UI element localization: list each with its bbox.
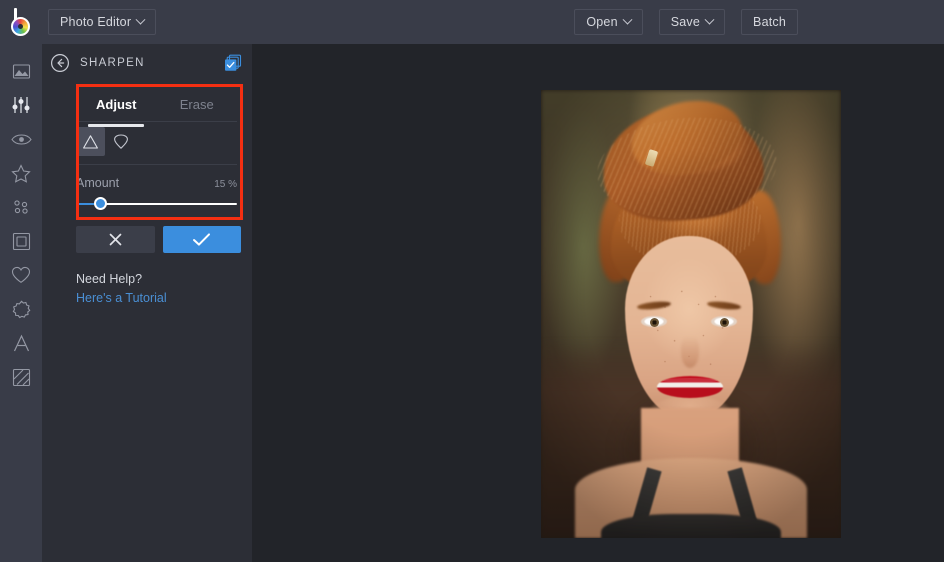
star-icon (11, 164, 31, 183)
sidebar-item-touch-up[interactable] (0, 122, 42, 156)
tutorial-link[interactable]: Here's a Tutorial (76, 291, 241, 305)
photo-editor-menu-label: Photo Editor (60, 15, 131, 29)
sidebar-item-artsy[interactable] (0, 190, 42, 224)
help-title: Need Help? (76, 272, 241, 286)
chevron-down-icon (705, 14, 715, 24)
photo-preview[interactable] (541, 90, 841, 538)
check-icon (192, 232, 211, 247)
page-title: SHARPEN (80, 57, 224, 69)
amount-value: 15 % (214, 179, 237, 190)
panel-actions (76, 226, 241, 253)
sidebar-item-textures[interactable] (0, 360, 42, 394)
sidebar-item-graphics[interactable] (0, 258, 42, 292)
triangle-icon (82, 134, 99, 150)
heart-icon (11, 266, 31, 284)
batch-button[interactable]: Batch (741, 9, 798, 35)
close-x-icon (108, 232, 123, 247)
divider-below-shapes (76, 164, 237, 165)
batch-button-label: Batch (753, 15, 786, 29)
editor-canvas[interactable] (252, 44, 944, 562)
slider-handle[interactable] (94, 197, 107, 210)
chevron-down-icon (622, 14, 632, 24)
flower-icon (12, 300, 31, 319)
save-button[interactable]: Save (659, 9, 725, 35)
sidebar-item-edit[interactable] (0, 88, 42, 122)
left-tool-rail (0, 44, 42, 562)
panel-tabs: Adjust Erase (76, 87, 237, 121)
tab-adjust-label: Adjust (96, 97, 136, 112)
amount-slider[interactable] (76, 197, 237, 211)
chevron-down-icon (136, 14, 146, 24)
panel-header: SHARPEN (42, 44, 252, 82)
open-button[interactable]: Open (574, 9, 642, 35)
sidebar-item-frames[interactable] (0, 224, 42, 258)
top-bar: Photo Editor Open Save Batch (0, 0, 944, 44)
save-button-label: Save (671, 15, 700, 29)
app-root: Photo Editor Open Save Batch (0, 0, 944, 562)
eye-icon (11, 132, 32, 147)
sidebar-item-overlays[interactable] (0, 292, 42, 326)
divider-below-tabs (76, 121, 237, 122)
dots-icon (11, 198, 31, 216)
tab-erase-label: Erase (180, 97, 214, 112)
topbar-actions: Open Save Batch (574, 9, 798, 35)
amount-label: Amount (76, 176, 119, 190)
open-button-label: Open (586, 15, 617, 29)
photo-editor-menu-button[interactable]: Photo Editor (48, 9, 156, 35)
sidebar-item-image[interactable] (0, 54, 42, 88)
back-arrow-icon[interactable] (50, 53, 70, 73)
compare-layers-icon[interactable] (224, 54, 242, 72)
sidebar-item-effects[interactable] (0, 156, 42, 190)
cancel-button[interactable] (76, 226, 155, 253)
frame-icon (12, 232, 31, 251)
shape-selector (76, 127, 135, 156)
apply-button[interactable] (163, 226, 242, 253)
help-section: Need Help? Here's a Tutorial (76, 272, 241, 305)
amount-row: Amount 15 % (76, 176, 237, 190)
sidebar-item-text[interactable] (0, 326, 42, 360)
app-logo[interactable] (0, 0, 44, 44)
image-icon (12, 62, 31, 81)
gem-icon (113, 133, 129, 150)
befunky-logo-icon (9, 8, 35, 36)
texture-icon (12, 368, 31, 387)
text-a-icon (12, 334, 31, 353)
tab-adjust[interactable]: Adjust (76, 87, 157, 121)
tab-erase[interactable]: Erase (157, 87, 238, 121)
photo-vignette (541, 90, 841, 538)
shape-gem-button[interactable] (106, 127, 135, 156)
shape-triangle-button[interactable] (76, 127, 105, 156)
sliders-icon (11, 95, 31, 115)
tool-panel: SHARPEN Adjust Erase (42, 44, 252, 562)
